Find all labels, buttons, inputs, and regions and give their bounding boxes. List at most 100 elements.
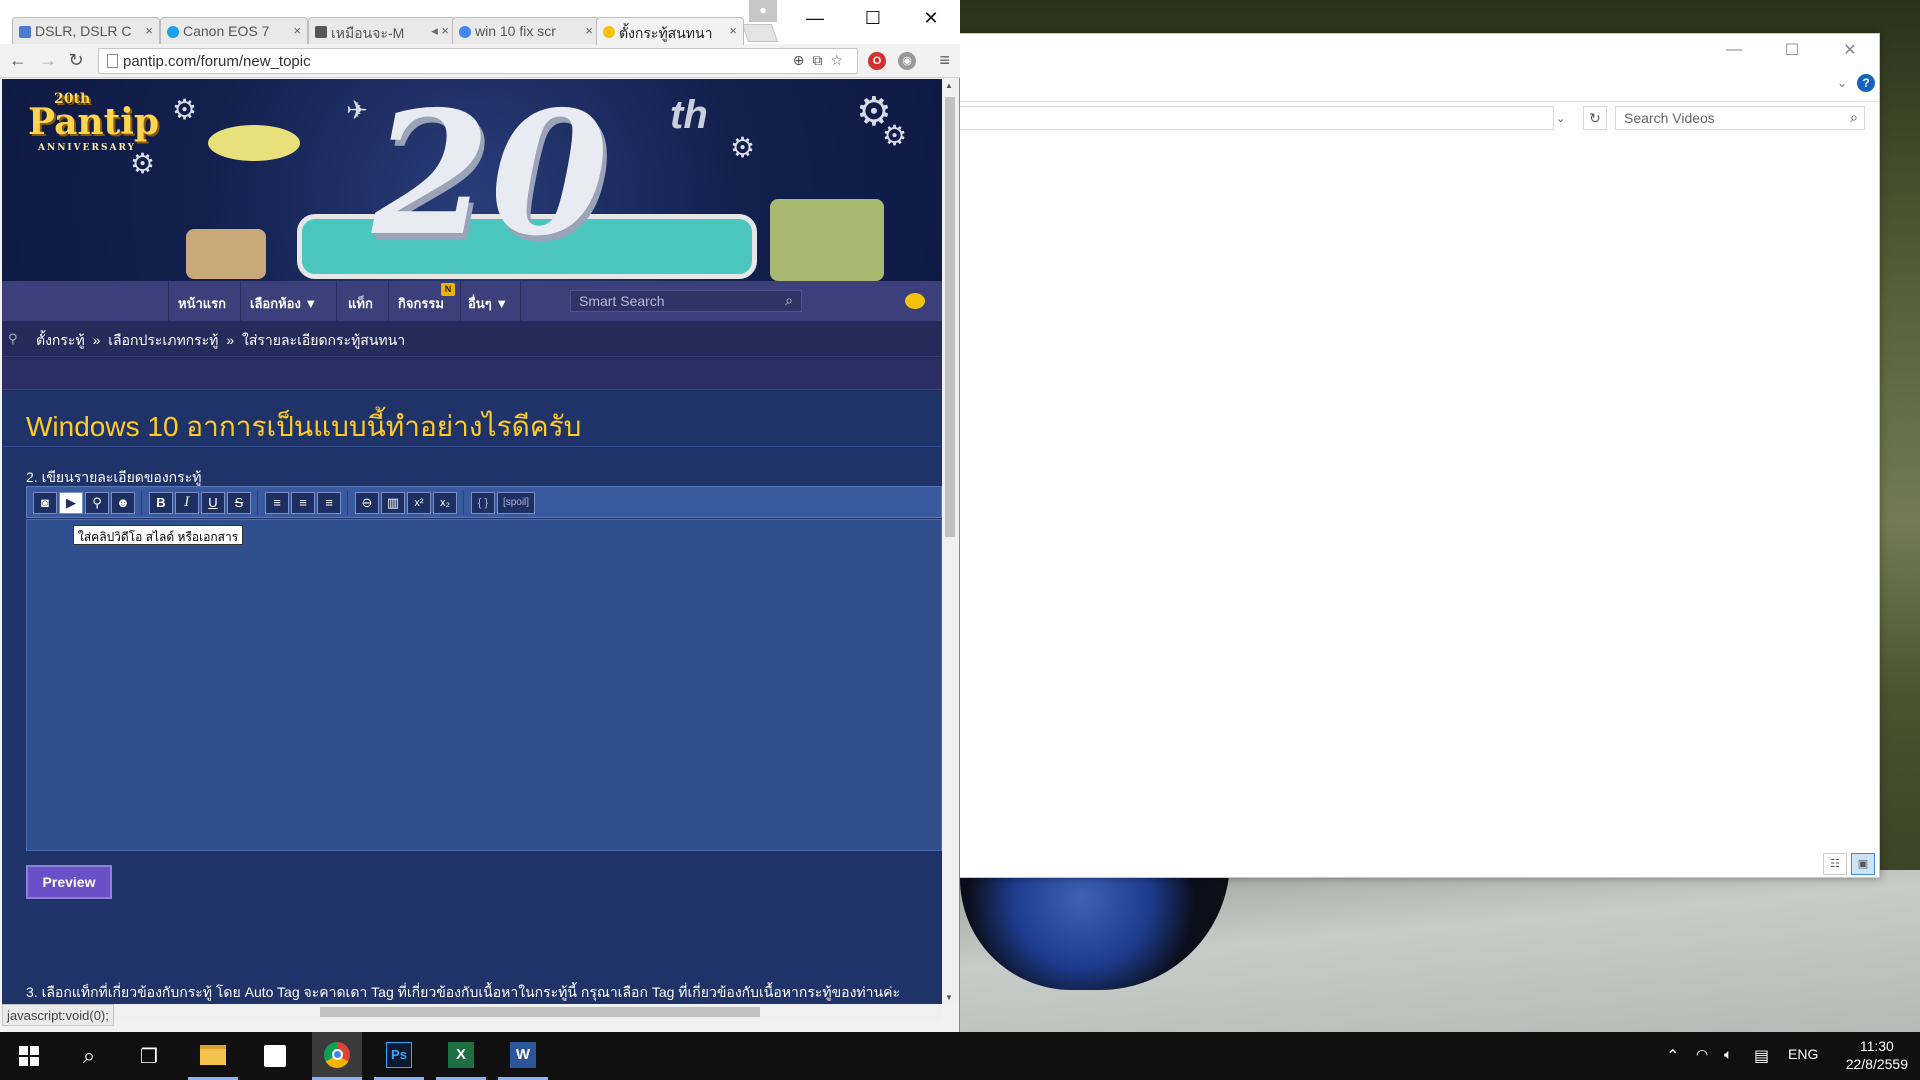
close-icon[interactable]: ✕ xyxy=(1821,34,1879,66)
back-icon[interactable]: ← xyxy=(6,49,30,73)
wifi-icon[interactable]: ◠ xyxy=(1696,1046,1708,1063)
file-explorer-icon[interactable] xyxy=(188,1032,238,1080)
scroll-up-icon[interactable]: ▲ xyxy=(945,81,953,90)
tab-pantip-new-topic[interactable]: ตั้งกระทู้สนทนา × xyxy=(596,17,744,45)
windows-icon xyxy=(19,1046,39,1066)
language-indicator[interactable]: ENG xyxy=(1788,1046,1818,1062)
chrome-icon[interactable] xyxy=(312,1032,362,1080)
code-button[interactable]: { } xyxy=(471,492,495,514)
scroll-thumb[interactable] xyxy=(945,97,955,537)
nav-more[interactable]: อื่นๆ ▼ xyxy=(468,293,508,314)
pantip-logo[interactable]: 20th Pantip ANNIVERSARY xyxy=(28,91,159,153)
view-mode-buttons: ☷ ▣ xyxy=(1823,853,1875,875)
explorer-address-bar[interactable] xyxy=(959,106,1554,130)
breadcrumb-separator: » xyxy=(226,332,235,348)
nav-home[interactable]: หน้าแรก xyxy=(178,293,226,314)
close-tab-icon[interactable]: × xyxy=(585,23,593,38)
zoom-icon[interactable]: ⊕ xyxy=(793,52,813,68)
close-tab-icon[interactable]: × xyxy=(293,23,301,38)
menu-icon[interactable]: ≡ xyxy=(939,50,950,71)
address-dropdown-icon[interactable]: ⌄ xyxy=(1556,112,1565,125)
align-left-icon[interactable]: ≡ xyxy=(265,492,289,514)
details-view-icon[interactable]: ☷ xyxy=(1823,853,1847,875)
reload-icon[interactable]: ↻ xyxy=(64,49,88,73)
strikethrough-button[interactable]: S xyxy=(227,492,251,514)
nav-rooms[interactable]: เลือกห้อง ▼ xyxy=(250,293,317,314)
minimize-icon[interactable]: — xyxy=(1705,34,1763,66)
scroll-down-icon[interactable]: ▼ xyxy=(945,993,953,1002)
nav-tags[interactable]: แท็ก xyxy=(348,293,373,314)
word-icon[interactable]: W xyxy=(498,1032,548,1080)
pantip-page: 20th Pantip ANNIVERSARY ⚙ ⚙ ⚙ ⚙ ⚙ ✈ 20 t… xyxy=(2,79,942,1004)
tab-google-search[interactable]: win 10 fix scr × xyxy=(452,17,600,45)
nav-divider xyxy=(336,281,337,321)
close-icon[interactable]: ✕ xyxy=(902,0,960,38)
chat-icon[interactable] xyxy=(905,293,925,309)
extension-icon[interactable]: ◉ xyxy=(898,52,916,70)
insert-link-icon[interactable]: ⊖ xyxy=(355,492,379,514)
refresh-icon[interactable]: ↻ xyxy=(1583,106,1607,130)
forward-icon[interactable]: → xyxy=(36,49,60,73)
task-view-icon[interactable]: ❐ xyxy=(124,1032,174,1080)
explorer-search-placeholder: Search Videos xyxy=(1624,110,1715,126)
search-icon[interactable]: ⌕ xyxy=(1850,109,1858,126)
insert-emoticon-icon[interactable]: ☻ xyxy=(111,492,135,514)
show-hidden-icons-icon[interactable]: ⌃ xyxy=(1666,1046,1679,1066)
start-button[interactable] xyxy=(4,1032,54,1080)
topic-form: Windows 10 อาการเป็นแบบนี้ทำอย่างไรดีครั… xyxy=(2,391,942,1004)
opera-extension-icon[interactable]: O xyxy=(868,52,886,70)
smart-search-input[interactable]: Smart Search ⌕ xyxy=(570,290,802,312)
breadcrumb-select-type[interactable]: เลือกประเภทกระทู้ xyxy=(108,332,218,348)
tab-favicon xyxy=(459,26,471,38)
preview-button[interactable]: Preview xyxy=(26,865,112,899)
italic-button[interactable]: I xyxy=(175,492,199,514)
profile-icon[interactable]: ● xyxy=(749,0,777,22)
tooltip-text: ใส่คลิปวิดีโอ สไลด์ หรือเอกสาร xyxy=(78,530,239,544)
topic-body-editor[interactable]: ใส่คลิปวิดีโอ สไลด์ หรือเอกสาร xyxy=(26,519,942,851)
breadcrumb-create-topic[interactable]: ตั้งกระทู้ xyxy=(36,332,85,348)
action-center-icon[interactable]: ▤ xyxy=(1754,1046,1769,1066)
nav-activities[interactable]: กิจกรรม xyxy=(398,293,444,314)
close-tab-icon[interactable]: × xyxy=(729,23,737,38)
insert-image-icon[interactable]: ◙ xyxy=(33,492,57,514)
align-center-icon[interactable]: ≡ xyxy=(291,492,315,514)
clock[interactable]: 11:30 22/8/2559 xyxy=(1846,1037,1908,1073)
excel-icon[interactable]: X xyxy=(436,1032,486,1080)
underline-button[interactable]: U xyxy=(201,492,225,514)
toolbar-tooltip: ใส่คลิปวิดีโอ สไลด์ หรือเอกสาร xyxy=(73,525,244,545)
tab-thai-video[interactable]: เหมือนจะ-M ◂ × xyxy=(308,17,456,45)
insert-video-icon[interactable]: ▶ xyxy=(59,492,83,514)
minimize-icon[interactable]: — xyxy=(786,0,844,38)
spoil-button[interactable]: [spoil] xyxy=(497,492,535,514)
superscript-icon[interactable]: x² xyxy=(407,492,431,514)
maximize-icon[interactable]: ☐ xyxy=(844,0,902,38)
vertical-scrollbar[interactable]: ▲ ▼ xyxy=(942,79,958,1004)
search-icon[interactable]: ⌕ xyxy=(785,292,793,309)
horizontal-scrollbar[interactable] xyxy=(2,1004,942,1020)
translate-icon[interactable]: ⧉ xyxy=(812,52,830,68)
align-right-icon[interactable]: ≡ xyxy=(317,492,341,514)
help-icon[interactable]: ? xyxy=(1857,74,1875,92)
horizontal-rule-icon[interactable]: ▥ xyxy=(381,492,405,514)
new-tab-button[interactable] xyxy=(741,24,779,42)
volume-icon[interactable]: 🔈︎ xyxy=(1724,1046,1732,1063)
store-icon[interactable] xyxy=(250,1032,300,1080)
maximize-icon[interactable]: ☐ xyxy=(1763,34,1821,66)
subscript-icon[interactable]: x₂ xyxy=(433,492,457,514)
close-tab-icon[interactable]: × xyxy=(145,23,153,38)
bold-button[interactable]: B xyxy=(149,492,173,514)
scroll-thumb[interactable] xyxy=(320,1007,760,1017)
file-explorer-window[interactable]: — ☐ ✕ ⌄ ? ⌄ ↻ Search Videos ⌕ ☷ ▣ xyxy=(958,33,1880,878)
tab-canon[interactable]: Canon EOS 7 × xyxy=(160,17,308,45)
photoshop-icon[interactable]: Ps xyxy=(374,1032,424,1080)
search-icon[interactable]: ⌕ xyxy=(64,1032,114,1080)
close-tab-icon[interactable]: ◂ × xyxy=(431,23,449,39)
tab-strip: DSLR, DSLR C × Canon EOS 7 × เหมือนจะ-M … xyxy=(0,0,960,45)
expand-ribbon-icon[interactable]: ⌄ xyxy=(1837,76,1847,90)
insert-map-icon[interactable]: ⚲ xyxy=(85,492,109,514)
bookmark-star-icon[interactable]: ☆ xyxy=(830,52,851,68)
explorer-search-input[interactable]: Search Videos ⌕ xyxy=(1615,106,1865,130)
tab-dslr[interactable]: DSLR, DSLR C × xyxy=(12,17,160,45)
address-bar[interactable]: pantip.com/forum/new_topic ⊕⧉☆ xyxy=(98,48,858,74)
large-icons-view-icon[interactable]: ▣ xyxy=(1851,853,1875,875)
